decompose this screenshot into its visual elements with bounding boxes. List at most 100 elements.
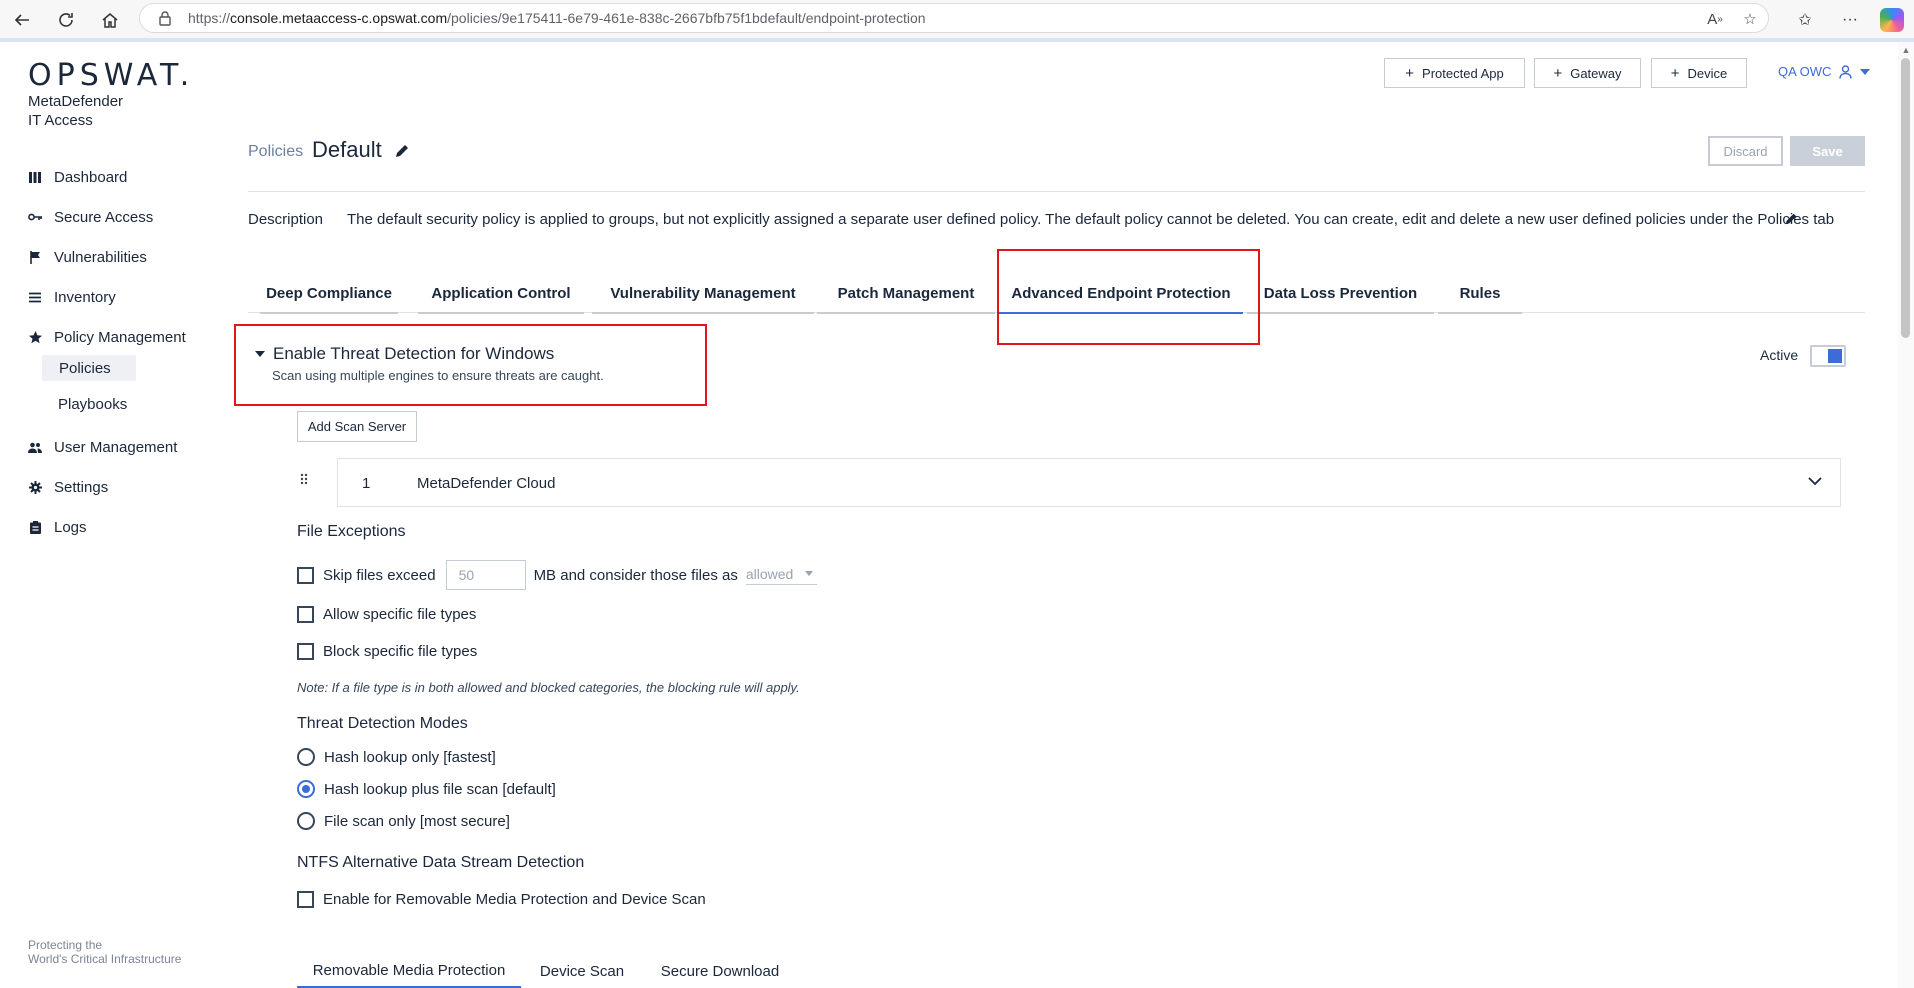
sidebar-item-user-management[interactable]: User Management xyxy=(28,435,177,459)
mode-hash-plus-scan-label: Hash lookup plus file scan [default] xyxy=(324,780,556,798)
skip-files-label: Skip files exceed xyxy=(323,566,436,584)
threat-detection-title: Enable Threat Detection for Windows xyxy=(273,344,555,363)
tab-advanced-endpoint-protection[interactable]: Advanced Endpoint Protection xyxy=(999,274,1243,314)
tab-rules[interactable]: Rules xyxy=(1438,274,1522,314)
favorites-icon[interactable]: ✩ xyxy=(1793,8,1817,32)
skip-files-row: Skip files exceed 50 MB and consider tho… xyxy=(297,560,818,590)
ntfs-row: Enable for Removable Media Protection an… xyxy=(297,888,706,910)
chevron-down-icon[interactable] xyxy=(1808,473,1822,489)
sidebar-subitem-playbooks[interactable]: Playbooks xyxy=(48,391,137,417)
plus-icon: + xyxy=(1405,64,1415,82)
discard-button[interactable]: Discard xyxy=(1708,136,1783,166)
mode-hash-only-radio[interactable] xyxy=(297,748,315,766)
sidebar-item-settings[interactable]: Settings xyxy=(28,475,108,499)
sidebar-item-logs[interactable]: Logs xyxy=(28,515,87,539)
plus-icon: + xyxy=(1670,64,1680,82)
back-icon[interactable] xyxy=(10,8,34,32)
page-load-bar xyxy=(0,38,1914,42)
sidebar-item-vulnerabilities[interactable]: Vulnerabilities xyxy=(28,245,147,269)
subtab-device-scan[interactable]: Device Scan xyxy=(531,955,633,988)
plus-icon: + xyxy=(1553,64,1563,82)
add-gateway-button[interactable]: + Gateway xyxy=(1534,58,1641,88)
collapse-caret-icon xyxy=(255,351,265,357)
clipboard-icon xyxy=(28,520,42,534)
threat-detection-subtitle: Scan using multiple engines to ensure th… xyxy=(272,368,604,383)
sidebar-item-policy-management[interactable]: Policy Management xyxy=(28,325,186,349)
highlight-box-section xyxy=(234,324,707,406)
active-toggle[interactable] xyxy=(1810,345,1846,367)
sidebar-item-label: Vulnerabilities xyxy=(54,248,147,266)
add-device-button[interactable]: + Device xyxy=(1651,58,1747,88)
add-protected-app-button[interactable]: + Protected App xyxy=(1384,58,1525,88)
skip-files-checkbox[interactable] xyxy=(297,566,314,584)
block-file-types-row: Block specific file types xyxy=(297,640,477,662)
dashboard-icon xyxy=(28,170,42,184)
user-name: QA OWC xyxy=(1778,64,1832,79)
mode-file-scan-radio[interactable] xyxy=(297,812,315,830)
sidebar-item-label: Logs xyxy=(54,518,87,536)
user-menu[interactable]: QA OWC xyxy=(1778,64,1871,79)
opswat-logo: OPSWAT. xyxy=(28,58,195,93)
tab-deep-compliance[interactable]: Deep Compliance xyxy=(260,274,398,314)
sidebar-item-dashboard[interactable]: Dashboard xyxy=(28,165,127,189)
skip-size-input[interactable]: 50 xyxy=(445,560,526,590)
skip-files-suffix: MB and consider those files as xyxy=(533,566,738,584)
edit-description-pencil-icon[interactable] xyxy=(1784,212,1800,228)
block-file-types-label: Block specific file types xyxy=(323,642,478,660)
mode-hash-only-row: Hash lookup only [fastest] xyxy=(297,746,496,768)
copilot-icon[interactable] xyxy=(1880,8,1904,32)
product-name-line2: IT Access xyxy=(28,112,93,129)
tagline: Protecting the World's Critical Infrastr… xyxy=(28,938,181,966)
add-device-label: Device xyxy=(1687,65,1728,81)
tagline-line1: Protecting the xyxy=(28,938,103,952)
tab-application-control[interactable]: Application Control xyxy=(418,274,584,314)
scrollbar-thumb[interactable] xyxy=(1901,58,1910,338)
scroll-up-arrow-icon[interactable]: ▲ xyxy=(1900,44,1912,56)
product-name: MetaDefender IT Access xyxy=(28,92,123,130)
lock-icon xyxy=(158,10,172,26)
tab-data-loss-prevention[interactable]: Data Loss Prevention xyxy=(1247,274,1434,314)
skip-action-select[interactable]: allowed xyxy=(745,565,818,585)
sidebar-item-inventory[interactable]: Inventory xyxy=(28,285,116,309)
chevron-down-icon xyxy=(1860,68,1871,75)
read-aloud-icon[interactable]: A» xyxy=(1705,9,1725,29)
refresh-icon[interactable] xyxy=(54,8,78,32)
sidebar-subitem-policies[interactable]: Policies xyxy=(42,355,136,381)
save-button[interactable]: Save xyxy=(1790,136,1865,166)
subtab-secure-download[interactable]: Secure Download xyxy=(651,955,789,988)
threat-detection-toggle-header[interactable]: Enable Threat Detection for Windows xyxy=(255,344,555,364)
active-label: Active xyxy=(1760,347,1799,363)
ntfs-label: Enable for Removable Media Protection an… xyxy=(323,890,706,908)
sidebar-item-label: User Management xyxy=(54,438,178,456)
more-menu-icon[interactable]: ··· xyxy=(1838,8,1862,32)
add-scan-server-button[interactable]: Add Scan Server xyxy=(297,411,417,442)
toggle-knob xyxy=(1828,349,1842,363)
mode-file-scan-label: File scan only [most secure] xyxy=(324,812,510,830)
edit-title-pencil-icon[interactable] xyxy=(394,143,410,159)
user-icon xyxy=(1839,64,1853,79)
sidebar-item-secure-access[interactable]: Secure Access xyxy=(28,205,153,229)
allow-file-types-checkbox[interactable] xyxy=(297,605,314,623)
home-icon[interactable] xyxy=(98,8,122,32)
address-bar[interactable]: https://console.metaaccess-c.opswat.com/… xyxy=(139,3,1769,33)
breadcrumb-policies[interactable]: Policies xyxy=(248,143,303,161)
subtab-removable-media-protection[interactable]: Removable Media Protection xyxy=(297,955,521,988)
threat-modes-heading: Threat Detection Modes xyxy=(297,715,468,732)
tab-vulnerability-management[interactable]: Vulnerability Management xyxy=(592,274,814,314)
allow-file-types-row: Allow specific file types xyxy=(297,603,476,625)
favorite-star-icon[interactable]: ☆ xyxy=(1740,9,1760,29)
skip-action-value: allowed xyxy=(745,565,794,582)
tab-patch-management[interactable]: Patch Management xyxy=(817,274,995,314)
ntfs-checkbox[interactable] xyxy=(297,890,314,908)
sidebar-item-label: Policy Management xyxy=(54,328,186,346)
scan-server-index: 1 xyxy=(362,475,371,492)
mode-hash-plus-scan-radio[interactable] xyxy=(297,780,315,798)
users-icon xyxy=(28,440,42,454)
scan-server-row[interactable]: 1 MetaDefender Cloud xyxy=(337,458,1841,507)
block-file-types-checkbox[interactable] xyxy=(297,642,314,660)
star-icon xyxy=(28,330,42,344)
mode-hash-only-label: Hash lookup only [fastest] xyxy=(324,748,496,766)
mode-file-scan-row: File scan only [most secure] xyxy=(297,810,510,832)
drag-handle-icon[interactable] xyxy=(300,472,308,490)
list-icon xyxy=(28,290,42,304)
